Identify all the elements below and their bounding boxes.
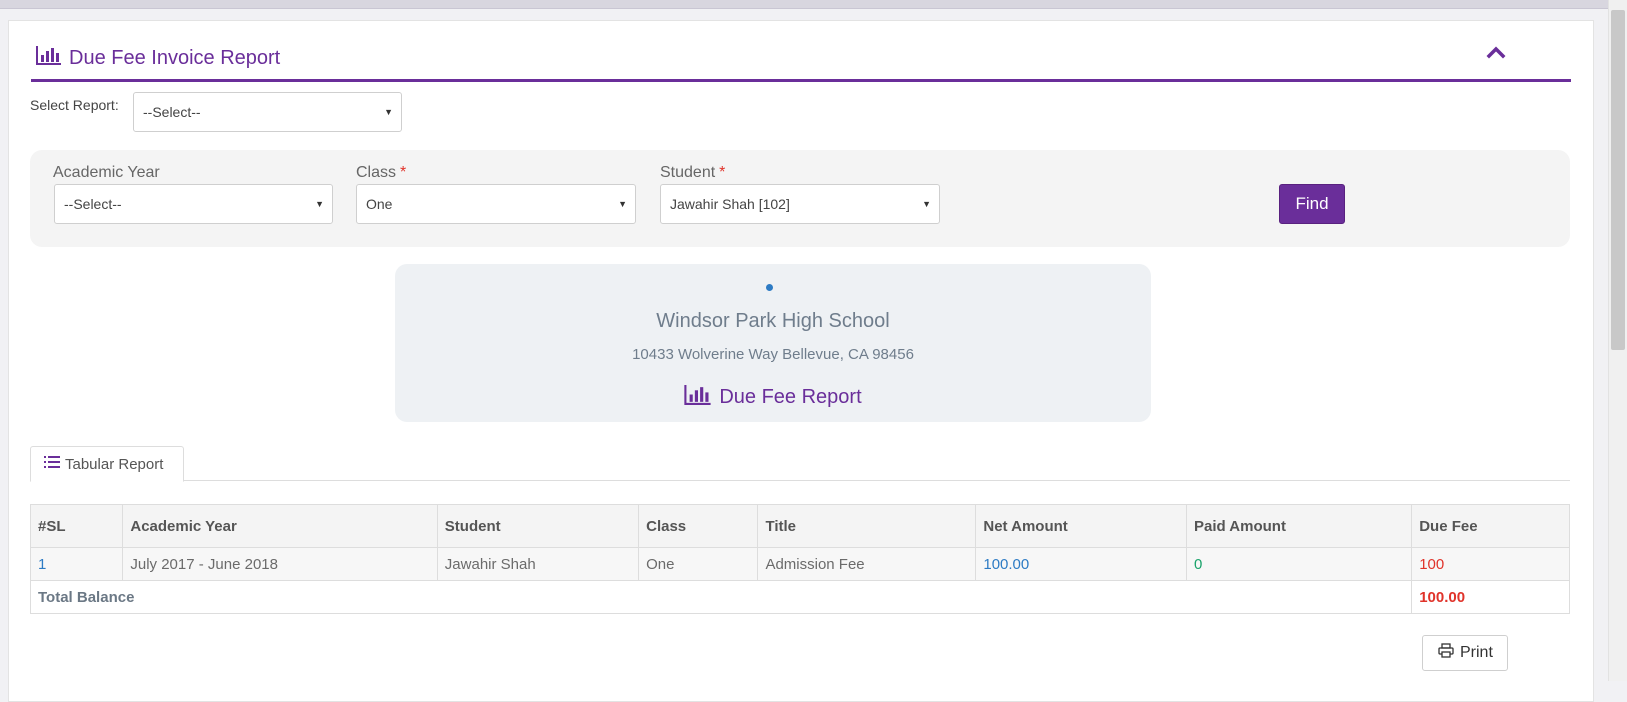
total-row: Total Balance 100.00: [29, 580, 1570, 614]
chevron-up-icon[interactable]: [1486, 43, 1506, 63]
column-header: Title: [757, 504, 977, 548]
bar-chart-icon: [36, 45, 62, 71]
list-icon: [44, 455, 60, 473]
caret-down-icon: ▼: [315, 199, 324, 209]
student-label: Student *: [660, 164, 726, 181]
bar-chart-icon: [684, 384, 712, 411]
student-value: Jawahir Shah [102]: [670, 196, 790, 212]
scrollbar-thumb[interactable]: [1611, 10, 1625, 350]
caret-down-icon: ▼: [384, 107, 393, 117]
find-button[interactable]: Find: [1279, 184, 1345, 224]
required-marker: *: [719, 164, 726, 181]
column-header: Student: [436, 504, 640, 548]
window-top-bar: [0, 0, 1627, 9]
report-title-text: Due Fee Report: [719, 386, 862, 408]
table-header-row: #SL Academic Year Student Class Title Ne…: [29, 504, 1570, 548]
panel-header: Due Fee Invoice Report: [31, 35, 1571, 82]
caret-down-icon: ▼: [922, 199, 931, 209]
class-value: One: [366, 196, 393, 212]
vertical-scrollbar[interactable]: [1608, 0, 1627, 681]
report-title: Due Fee Report: [395, 384, 1151, 411]
cell-title: Admission Fee: [757, 547, 977, 581]
column-header: Due Fee: [1411, 504, 1570, 548]
academic-year-label: Academic Year: [53, 164, 160, 181]
select-report-dropdown[interactable]: --Select-- ▼: [133, 92, 402, 132]
print-button[interactable]: Print: [1422, 635, 1508, 671]
school-name: Windsor Park High School: [656, 310, 890, 332]
student-select[interactable]: Jawahir Shah [102] ▼: [660, 184, 940, 224]
print-label: Print: [1460, 644, 1493, 661]
column-header: Net Amount: [975, 504, 1188, 548]
cell-student: Jawahir Shah: [436, 547, 640, 581]
tab-label: Tabular Report: [65, 455, 164, 473]
caret-down-icon: ▼: [618, 199, 627, 209]
printer-icon: [1438, 643, 1454, 663]
select-report-label: Select Report:: [30, 97, 119, 113]
required-marker: *: [400, 164, 407, 181]
academic-year-select[interactable]: --Select-- ▼: [54, 184, 333, 224]
total-balance-value: 100.00: [1411, 580, 1570, 614]
column-header: #SL: [29, 504, 124, 548]
tab-strip: [30, 480, 1570, 481]
column-header: Class: [638, 504, 759, 548]
panel-title-text: Due Fee Invoice Report: [69, 46, 281, 69]
panel-title: Due Fee Invoice Report: [36, 45, 280, 71]
total-balance-label: Total Balance: [29, 580, 1413, 614]
class-select[interactable]: One ▼: [356, 184, 636, 224]
class-label: Class *: [356, 164, 407, 181]
report-panel: Due Fee Invoice Report Select Report: --…: [8, 20, 1594, 702]
cell-net-amount: 100.00: [975, 547, 1188, 581]
due-fee-table: #SL Academic Year Student Class Title Ne…: [29, 504, 1570, 614]
cell-due-fee: 100: [1411, 547, 1570, 581]
column-header: Paid Amount: [1186, 504, 1413, 548]
tab-tabular-report[interactable]: Tabular Report: [30, 446, 184, 482]
cell-class: One: [638, 547, 759, 581]
school-info-card: Windsor Park High School 10433 Wolverine…: [395, 264, 1151, 422]
cell-paid-amount: 0: [1186, 547, 1413, 581]
table-row: 1 July 2017 - June 2018 Jawahir Shah One…: [29, 547, 1570, 581]
column-header: Academic Year: [122, 504, 438, 548]
cell-academic-year: July 2017 - June 2018: [122, 547, 438, 581]
cell-sl: 1: [29, 547, 124, 581]
school-logo-placeholder: [766, 284, 773, 291]
school-address: 10433 Wolverine Way Bellevue, CA 98456: [632, 346, 914, 363]
academic-year-value: --Select--: [64, 196, 122, 212]
select-report-value: --Select--: [143, 104, 201, 120]
